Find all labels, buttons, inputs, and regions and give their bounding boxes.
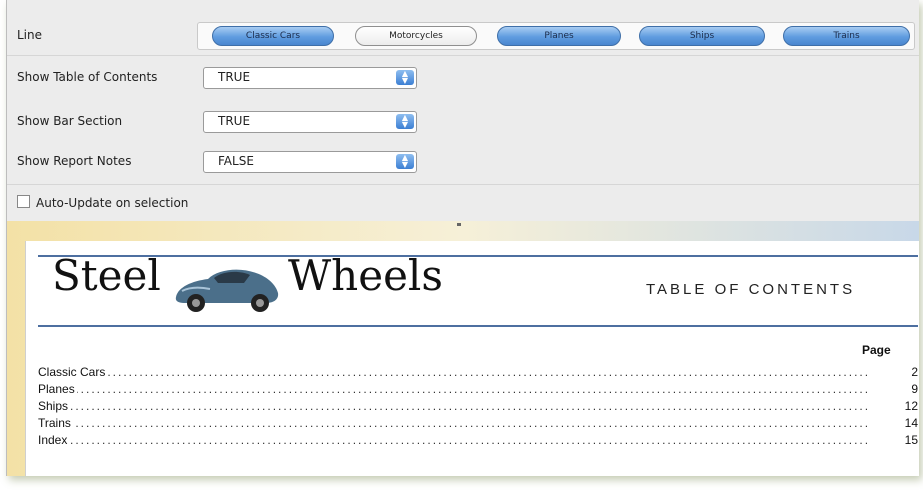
report-viewer: Steel Wheels TABLE OF CONTENTS Page ....… bbox=[7, 221, 919, 476]
line-option-classic-cars[interactable]: Classic Cars bbox=[212, 26, 334, 46]
toc-entry[interactable]: ........................................… bbox=[38, 433, 918, 450]
show-bar-label: Show Bar Section bbox=[17, 114, 123, 128]
select-arrows-icon: ▲ ▼ bbox=[396, 154, 414, 169]
toc-leader-dots: ........................................… bbox=[38, 399, 868, 413]
select-arrows-icon: ▲ ▼ bbox=[396, 114, 414, 129]
toc-entry-page: 15 bbox=[904, 433, 918, 447]
show-toc-label: Show Table of Contents bbox=[17, 70, 158, 84]
toc-entry-name: Planes bbox=[38, 382, 77, 396]
line-option-planes[interactable]: Planes bbox=[497, 26, 621, 46]
show-notes-label: Show Report Notes bbox=[17, 154, 132, 168]
toc-entry[interactable]: ........................................… bbox=[38, 416, 918, 433]
toc-entry-name: Trains bbox=[38, 416, 73, 430]
select-arrows-icon: ▲ ▼ bbox=[396, 70, 414, 85]
report-page: Steel Wheels TABLE OF CONTENTS Page ....… bbox=[25, 241, 919, 476]
line-label: Line bbox=[17, 28, 43, 42]
toc-entry[interactable]: ........................................… bbox=[38, 382, 918, 399]
toc-leader-dots: ........................................… bbox=[38, 433, 868, 447]
auto-update-label: Auto-Update on selection bbox=[36, 196, 189, 210]
line-option-trains[interactable]: Trains bbox=[783, 26, 910, 46]
toc-page-header: Page bbox=[862, 343, 891, 357]
show-notes-value: FALSE bbox=[218, 154, 254, 168]
show-toc-select[interactable]: TRUE ▲ ▼ bbox=[203, 67, 417, 89]
auto-update-checkbox[interactable] bbox=[17, 195, 30, 208]
toc-title: TABLE OF CONTENTS bbox=[646, 281, 856, 298]
header-rule-top bbox=[38, 255, 918, 257]
parameter-panel: Line Classic Cars Motorcycles Planes Shi… bbox=[7, 0, 919, 221]
toc-entry-name: Classic Cars bbox=[38, 365, 108, 379]
toc-entry-name: Index bbox=[38, 433, 70, 447]
toc-entry-page: 12 bbox=[904, 399, 918, 413]
line-option-motorcycles[interactable]: Motorcycles bbox=[355, 26, 477, 46]
show-toc-value: TRUE bbox=[218, 70, 251, 84]
toc-leader-dots: ........................................… bbox=[38, 365, 868, 379]
show-bar-select[interactable]: TRUE ▲ ▼ bbox=[203, 111, 417, 133]
resize-handle[interactable] bbox=[457, 223, 461, 226]
show-notes-select[interactable]: FALSE ▲ ▼ bbox=[203, 151, 417, 173]
toc-leader-dots: ........................................… bbox=[38, 382, 868, 396]
logo-text-right: Wheels bbox=[288, 251, 443, 300]
logo-text-left: Steel bbox=[52, 251, 161, 300]
toc-entry-page: 9 bbox=[911, 382, 918, 396]
toc-entry-name: Ships bbox=[38, 399, 71, 413]
line-option-ships[interactable]: Ships bbox=[639, 26, 765, 46]
line-selector: Classic Cars Motorcycles Planes Ships Tr… bbox=[197, 22, 915, 50]
divider bbox=[7, 55, 919, 56]
toc-entry-page: 14 bbox=[904, 416, 918, 430]
report-window: Line Classic Cars Motorcycles Planes Shi… bbox=[6, 0, 919, 476]
toc-entry[interactable]: ........................................… bbox=[38, 365, 918, 382]
car-logo-icon bbox=[175, 269, 279, 312]
toc-entry[interactable]: ........................................… bbox=[38, 399, 918, 416]
toc-leader-dots: ........................................… bbox=[38, 416, 868, 430]
header-rule-bottom bbox=[38, 325, 918, 327]
auto-update-option[interactable]: Auto-Update on selection bbox=[17, 195, 188, 210]
divider bbox=[7, 184, 919, 185]
toc-entry-page: 2 bbox=[911, 365, 918, 379]
show-bar-value: TRUE bbox=[218, 114, 251, 128]
